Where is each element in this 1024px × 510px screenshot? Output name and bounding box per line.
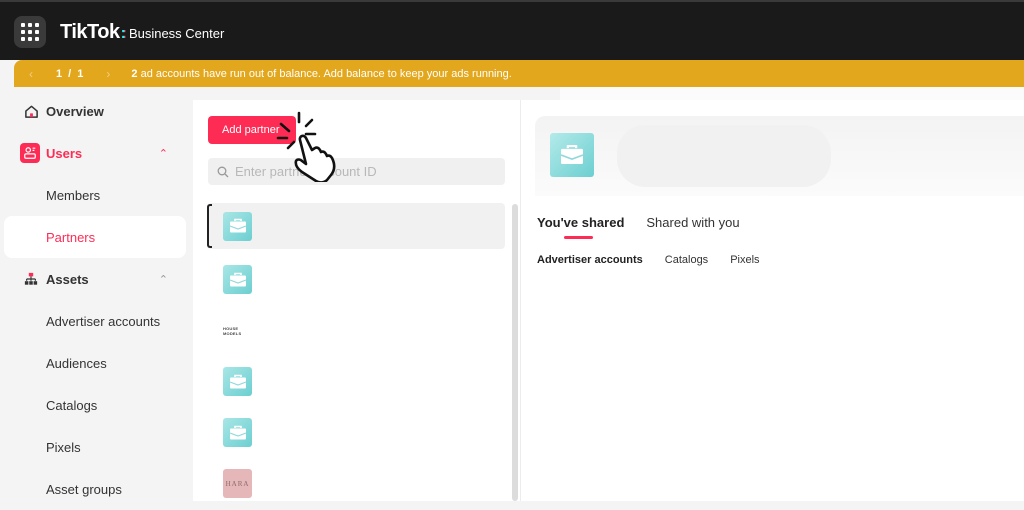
partner-logo: HARA: [223, 469, 252, 498]
sitemap-icon: [22, 270, 40, 288]
header-strip: [560, 87, 1024, 100]
top-bar: TikTok : Business Center: [0, 0, 1024, 60]
partner-search-input[interactable]: [235, 164, 495, 179]
share-tabs: You've shared Shared with you: [537, 215, 762, 239]
partner-list-panel: Add partner HOUSE MODELS: [193, 100, 520, 501]
chevron-up-icon: ⌃: [158, 147, 168, 160]
search-icon: [217, 166, 229, 177]
partner-list-item[interactable]: [207, 254, 505, 305]
banner-message: 2 ad accounts have run out of balance. A…: [131, 68, 511, 80]
partner-list-scrollbar[interactable]: [512, 204, 518, 501]
asset-type-tabs: Advertiser accounts Catalogs Pixels: [537, 254, 782, 266]
partner-list-item[interactable]: HARA: [207, 458, 505, 509]
sidebar-item-users[interactable]: Users ⌃: [4, 132, 186, 174]
partner-logo: HOUSE MODELS: [223, 325, 242, 336]
product-name: Business Center: [128, 26, 225, 41]
sidebar-item-advertiser-accounts[interactable]: Advertiser accounts: [4, 300, 186, 342]
partner-list: HOUSE MODELS HARA: [207, 203, 505, 509]
briefcase-icon: [550, 133, 594, 177]
sidebar-item-audiences[interactable]: Audiences: [4, 342, 186, 384]
partner-list-item[interactable]: [207, 407, 505, 458]
banner-text: ad accounts have run out of balance. Add…: [137, 67, 512, 80]
sidebar-item-asset-groups[interactable]: Asset groups: [4, 468, 186, 510]
subtab-advertiser-accounts[interactable]: Advertiser accounts: [537, 254, 643, 266]
chevron-up-icon: ⌃: [158, 273, 168, 286]
banner-pager: 1 / 1: [56, 67, 84, 80]
briefcase-icon: [223, 418, 252, 447]
chevron-left-icon[interactable]: ‹: [22, 67, 40, 81]
briefcase-icon: [223, 211, 252, 241]
sidebar-item-partners[interactable]: Partners: [4, 216, 186, 258]
app-menu-button[interactable]: [14, 16, 46, 48]
subtab-catalogs[interactable]: Catalogs: [665, 254, 708, 266]
home-icon: [22, 102, 40, 120]
briefcase-icon: [223, 265, 252, 294]
partner-list-item[interactable]: [207, 356, 505, 407]
sidebar-item-pixels[interactable]: Pixels: [4, 426, 186, 468]
subtab-pixels[interactable]: Pixels: [730, 254, 759, 266]
brand-name: TikTok: [60, 21, 120, 43]
sidebar-item-assets[interactable]: Assets ⌃: [4, 258, 186, 300]
tiktok-logo[interactable]: TikTok : Business Center: [60, 21, 224, 44]
sidebar-item-catalogs[interactable]: Catalogs: [4, 384, 186, 426]
users-icon: [20, 143, 40, 163]
partner-list-item[interactable]: [207, 203, 505, 249]
grid-icon: [21, 23, 25, 27]
chevron-right-icon[interactable]: ›: [99, 67, 117, 81]
add-partner-button[interactable]: Add partner: [208, 116, 296, 144]
sidebar-item-overview[interactable]: Overview: [4, 90, 186, 132]
partner-search[interactable]: [208, 158, 505, 185]
logo-colon: :: [120, 25, 126, 42]
partner-detail-panel: You've shared Shared with you Advertiser…: [520, 100, 1024, 501]
balance-alert-banner: ‹ 1 / 1 › 2 ad accounts have run out of …: [14, 60, 1024, 87]
partner-list-item[interactable]: HOUSE MODELS: [207, 305, 505, 356]
sidebar-item-members[interactable]: Members: [4, 174, 186, 216]
sidebar: Overview Users ⌃ Members Partners Assets…: [0, 87, 193, 501]
partner-name-placeholder: [617, 125, 831, 187]
briefcase-icon: [223, 367, 252, 396]
tab-shared-with-you[interactable]: Shared with you: [646, 215, 739, 238]
tab-youve-shared[interactable]: You've shared: [537, 215, 624, 239]
